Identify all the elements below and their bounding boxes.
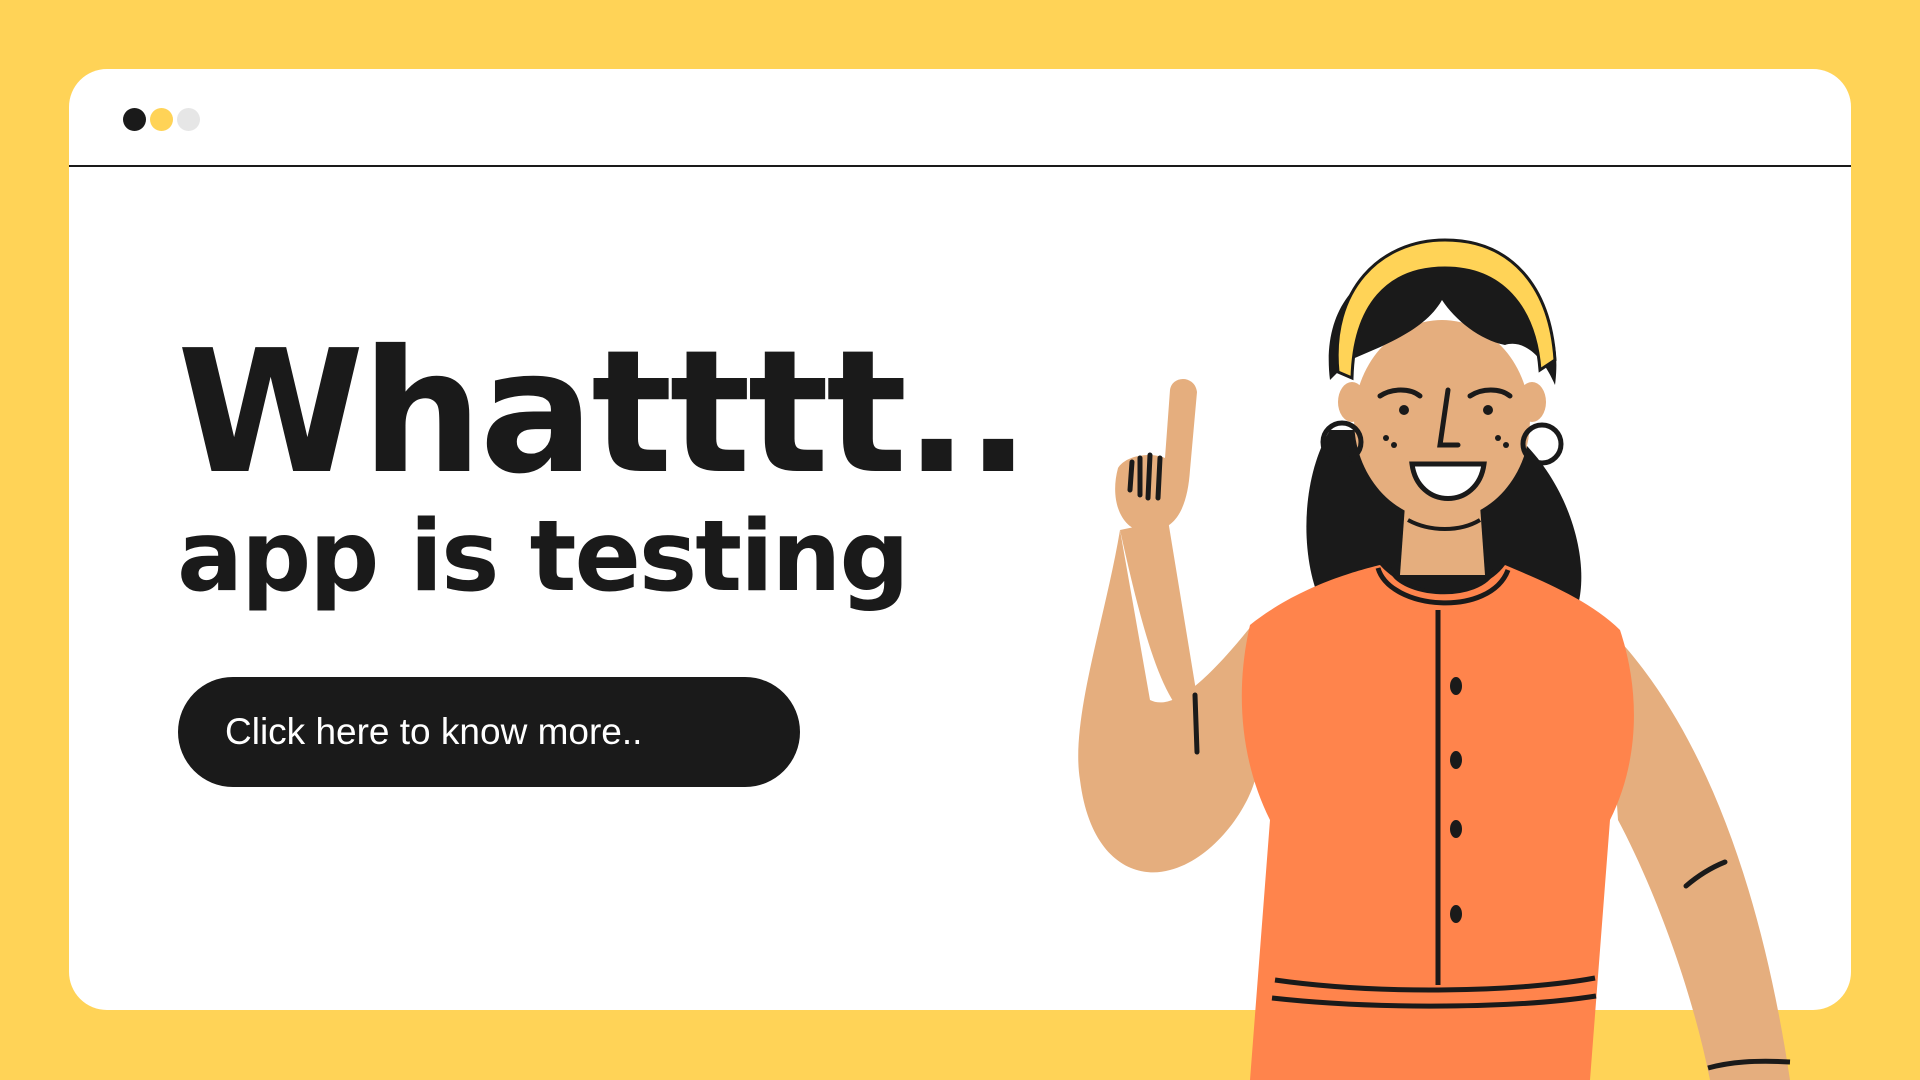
bracelet [1707,1058,1791,1071]
know-more-button[interactable]: Click here to know more.. [178,677,800,787]
hero-subheadline: app is testing [177,500,910,614]
window-dot-light[interactable] [177,108,200,131]
browser-window: Whatttt.. app is testing Click here to k… [69,69,1851,1010]
window-titlebar [69,69,1851,167]
hero-headline: Whatttt.. [177,314,1030,512]
window-dot-dark[interactable] [123,108,146,131]
window-dot-yellow[interactable] [150,108,173,131]
